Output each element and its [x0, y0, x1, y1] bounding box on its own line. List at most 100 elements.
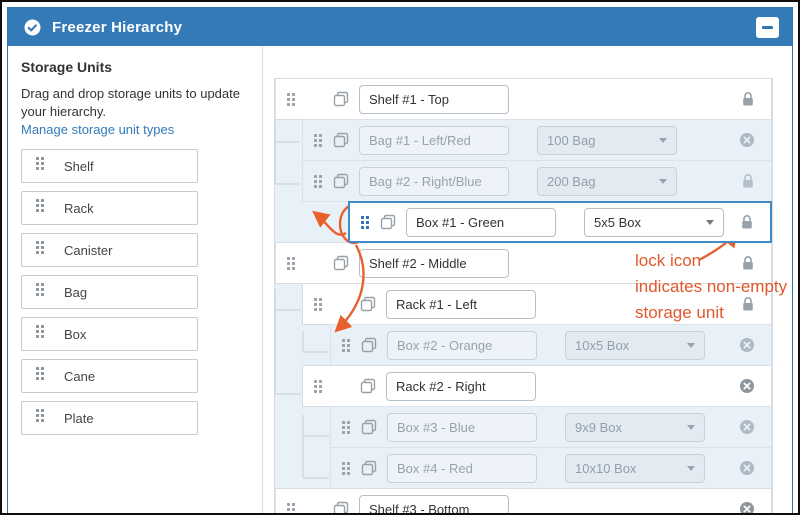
copy-button[interactable] [360, 296, 376, 312]
hierarchy-row: 10x5 Box [330, 324, 772, 366]
unit-type-select[interactable]: 5x5 Box [584, 208, 724, 237]
hierarchy-row: 9x9 Box [330, 406, 772, 448]
panel-title: Freezer Hierarchy [52, 19, 182, 36]
unit-name-input[interactable] [387, 331, 537, 360]
sidebar-description: Drag and drop storage units to update yo… [21, 85, 250, 120]
remove-button[interactable] [739, 501, 755, 515]
drag-handle-icon[interactable] [360, 215, 370, 230]
hierarchy-row [302, 283, 772, 325]
unit-name-input[interactable] [387, 454, 537, 483]
copy-button[interactable] [333, 173, 349, 189]
unit-name-input[interactable] [359, 167, 509, 196]
selected-type-label: 10x5 Box [575, 338, 629, 353]
drag-handle-icon[interactable] [341, 461, 351, 476]
copy-button[interactable] [361, 460, 377, 476]
selected-type-label: 5x5 Box [594, 215, 641, 230]
drag-handle-icon [35, 408, 45, 428]
lock-icon [741, 255, 755, 271]
copy-button[interactable] [360, 378, 376, 394]
unit-type-item-rack[interactable]: Rack [21, 191, 198, 225]
unit-name-input[interactable] [386, 372, 536, 401]
selected-type-label: 9x9 Box [575, 420, 622, 435]
manage-unit-types-link[interactable]: Manage storage unit types [21, 122, 174, 137]
copy-button[interactable] [333, 132, 349, 148]
collapse-panel-button[interactable] [756, 17, 779, 38]
unit-type-item-plate[interactable]: Plate [21, 401, 198, 435]
collapse-node-button[interactable] [306, 501, 323, 515]
unit-type-select[interactable]: 9x9 Box [565, 413, 705, 442]
copy-button[interactable] [361, 337, 377, 353]
lock-icon [741, 173, 755, 189]
copy-button[interactable] [333, 91, 349, 107]
unit-type-select[interactable]: 100 Bag [537, 126, 677, 155]
unit-type-item-shelf[interactable]: Shelf [21, 149, 198, 183]
panel-body: Storage Units Drag and drop storage unit… [8, 46, 792, 515]
check-circle-icon [24, 19, 41, 36]
hierarchy-row: 200 Bag [302, 160, 772, 202]
copy-button[interactable] [333, 255, 349, 271]
unit-type-item-box[interactable]: Box [21, 317, 198, 351]
remove-button[interactable] [739, 337, 755, 353]
unit-name-input[interactable] [359, 249, 509, 278]
caret-down-icon [687, 343, 695, 348]
hierarchy-row: 5x5 Box [348, 201, 772, 243]
unit-name-input[interactable] [406, 208, 556, 237]
unit-name-input[interactable] [359, 495, 509, 515]
unit-type-select[interactable]: 200 Bag [537, 167, 677, 196]
drag-handle-icon[interactable] [313, 174, 323, 189]
unit-type-list: Shelf Rack Canister Bag Box Cane Plate [21, 149, 250, 435]
drag-handle-icon[interactable] [341, 420, 351, 435]
drag-handle-icon[interactable] [286, 92, 296, 107]
minus-icon [337, 385, 346, 387]
copy-button[interactable] [380, 214, 396, 230]
copy-button[interactable] [333, 501, 349, 515]
unit-type-item-cane[interactable]: Cane [21, 359, 198, 393]
remove-button[interactable] [739, 132, 755, 148]
lock-icon [741, 296, 755, 312]
drag-handle-icon [35, 198, 45, 218]
remove-button[interactable] [739, 460, 755, 476]
collapse-node-button[interactable] [333, 296, 350, 313]
drag-handle-icon[interactable] [313, 297, 323, 312]
drag-handle-icon [35, 282, 45, 302]
unit-type-label: Shelf [64, 159, 94, 174]
unit-type-label: Canister [64, 243, 112, 258]
copy-button[interactable] [361, 419, 377, 435]
drag-handle-icon[interactable] [313, 379, 323, 394]
unit-type-item-bag[interactable]: Bag [21, 275, 198, 309]
selected-type-label: 10x10 Box [575, 461, 636, 476]
selected-type-label: 200 Bag [547, 174, 595, 189]
lock-icon [741, 91, 755, 107]
child-rows-group: 100 Bag 200 Bag 5x5 Box [275, 119, 772, 243]
collapse-node-button[interactable] [306, 255, 323, 272]
remove-button[interactable] [739, 419, 755, 435]
minus-icon [310, 508, 319, 510]
unit-type-select[interactable]: 10x10 Box [565, 454, 705, 483]
unit-name-input[interactable] [359, 126, 509, 155]
unit-name-input[interactable] [386, 290, 536, 319]
collapse-node-button[interactable] [306, 91, 323, 108]
caret-down-icon [706, 220, 714, 225]
unit-type-label: Plate [64, 411, 94, 426]
hierarchy-tree: 100 Bag 200 Bag 5x5 Box 10x5 Box 9x9 Box 10x1… [274, 78, 773, 515]
freezer-hierarchy-screenshot: Freezer Hierarchy Storage Units Drag and… [0, 0, 800, 515]
drag-handle-icon[interactable] [286, 502, 296, 515]
child-rows-group: 10x5 Box 9x9 Box 10x10 Box [275, 283, 772, 489]
hierarchy-row [275, 78, 772, 120]
drag-handle-icon[interactable] [286, 256, 296, 271]
storage-units-sidebar: Storage Units Drag and drop storage unit… [8, 46, 263, 515]
unit-type-select[interactable]: 10x5 Box [565, 331, 705, 360]
collapse-node-button[interactable] [333, 378, 350, 395]
unit-type-label: Box [64, 327, 86, 342]
unit-name-input[interactable] [387, 413, 537, 442]
remove-button[interactable] [739, 378, 755, 394]
unit-type-item-canister[interactable]: Canister [21, 233, 198, 267]
hierarchy-row: 10x10 Box [330, 447, 772, 489]
drag-handle-icon[interactable] [313, 133, 323, 148]
hierarchy-row: 100 Bag [302, 119, 772, 161]
drag-handle-icon[interactable] [341, 338, 351, 353]
lock-icon [740, 214, 754, 230]
minus-icon [310, 98, 319, 100]
unit-name-input[interactable] [359, 85, 509, 114]
drag-handle-icon [35, 366, 45, 386]
